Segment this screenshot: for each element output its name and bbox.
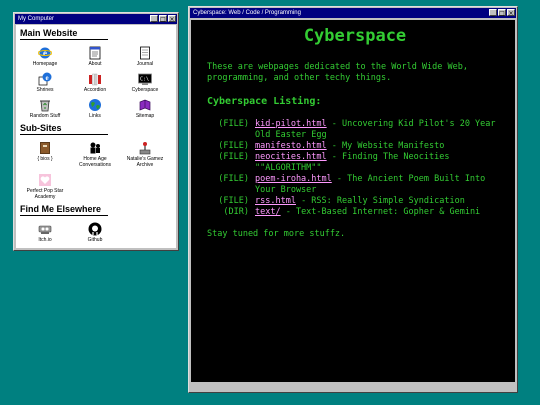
entry-link[interactable]: neocities.html bbox=[255, 152, 327, 162]
entry-link[interactable]: rss.html bbox=[255, 196, 296, 206]
desktop-icon-bios[interactable]: { bios } bbox=[20, 141, 70, 168]
desktop-icon-journal[interactable]: Journal bbox=[120, 46, 170, 67]
bios-icon bbox=[38, 141, 52, 155]
desktop-icon-about[interactable]: About bbox=[70, 46, 120, 67]
desktop-icon-perfect-pop-star-academy[interactable]: Perfect Pop Star Academy bbox=[20, 173, 70, 200]
entry-description: - Text-Based Internet: Gopher & Gemini bbox=[280, 207, 481, 217]
section-title-main-website: Main Website bbox=[20, 28, 108, 40]
list-item: (FILE) kid-pilot.html - Uncovering Kid P… bbox=[207, 119, 503, 141]
icon-label: Accordion bbox=[83, 87, 107, 93]
page-title: Cyberspace bbox=[303, 26, 407, 46]
notepad-icon bbox=[88, 46, 102, 60]
minimize-button[interactable]: _ bbox=[489, 9, 497, 17]
icon-label: Sitemap bbox=[135, 113, 155, 119]
icon-label: Natalie's Gamez Archive bbox=[126, 156, 164, 168]
entry-type: (FILE) bbox=[218, 174, 249, 184]
status-bar bbox=[191, 383, 515, 390]
icon-label: Journal bbox=[136, 61, 154, 67]
svg-text:e: e bbox=[43, 48, 47, 58]
desktop-icon-cyberspace[interactable]: C:\ Cyberspace bbox=[120, 72, 170, 93]
desktop-icon-shrines[interactable]: e Shrines bbox=[20, 72, 70, 93]
recycle-icon bbox=[38, 98, 52, 112]
my-computer-window: My Computer _ □ × Main Website e Homepag… bbox=[13, 12, 179, 251]
entry-link[interactable]: text/ bbox=[255, 207, 281, 217]
close-button[interactable]: × bbox=[168, 15, 176, 23]
maximize-button[interactable]: □ bbox=[498, 9, 506, 17]
listing-heading: Cyberspace Listing: bbox=[207, 96, 322, 107]
list-item: (FILE) neocities.html - Finding The Neoc… bbox=[207, 152, 503, 174]
icon-label: Random Stuff bbox=[29, 113, 61, 119]
title-bar[interactable]: Cyberspace: Web / Code / Programming _ □… bbox=[190, 8, 516, 18]
maximize-button[interactable]: □ bbox=[159, 15, 167, 23]
entry-type: (FILE) bbox=[218, 152, 249, 162]
document-icon bbox=[138, 46, 152, 60]
people-icon bbox=[88, 141, 102, 155]
entry-link[interactable]: kid-pilot.html bbox=[255, 119, 327, 129]
window-title: My Computer bbox=[18, 16, 55, 22]
footer-text: Stay tuned for more stuffz. bbox=[207, 229, 346, 239]
cyberspace-window: Cyberspace: Web / Code / Programming _ □… bbox=[188, 6, 518, 393]
minimize-button[interactable]: _ bbox=[150, 15, 158, 23]
desktop-icon-itch[interactable]: Itch.io bbox=[20, 222, 70, 243]
list-item: (FILE) rss.html - RSS: Really Simple Syn… bbox=[207, 196, 503, 207]
entry-type: (FILE) bbox=[218, 119, 249, 129]
desktop-icon-links[interactable]: Links bbox=[70, 98, 120, 119]
icon-label: { bios } bbox=[37, 156, 53, 162]
github-icon bbox=[88, 222, 102, 236]
entry-link[interactable]: manifesto.html bbox=[255, 141, 327, 151]
window-content: Main Website e Homepage About Journal e … bbox=[16, 25, 176, 248]
entry-description: - RSS: Really Simple Syndication bbox=[295, 196, 465, 206]
ie-icon: e bbox=[38, 46, 52, 60]
svg-text:e: e bbox=[45, 74, 48, 82]
shrine-icon: e bbox=[38, 72, 52, 86]
icon-label: Cyberspace bbox=[131, 87, 159, 93]
icon-label: Links bbox=[89, 113, 101, 119]
desktop-icon-homepage[interactable]: e Homepage bbox=[20, 46, 70, 67]
intro-text: These are webpages dedicated to the Worl… bbox=[207, 62, 468, 83]
section-title-find-me-elsewhere: Find Me Elsewhere bbox=[20, 204, 108, 216]
list-item: (FILE) manifesto.html - My Website Manif… bbox=[207, 141, 503, 152]
svg-text:C:\: C:\ bbox=[140, 77, 149, 83]
terminal-icon: C:\ bbox=[138, 72, 152, 86]
icon-label: Shrines bbox=[36, 87, 54, 93]
globe-icon bbox=[88, 98, 102, 112]
desktop-icon-home-age-conversations[interactable]: Home Age Conversations bbox=[70, 141, 120, 168]
accordion-icon bbox=[88, 72, 102, 86]
icon-label: Homepage bbox=[32, 61, 58, 67]
heart-icon bbox=[38, 173, 52, 187]
desktop-icon-gamez-archive[interactable]: Natalie's Gamez Archive bbox=[120, 141, 170, 168]
desktop-icon-accordion[interactable]: Accordion bbox=[70, 72, 120, 93]
book-icon bbox=[138, 98, 152, 112]
icon-label: Github bbox=[87, 237, 103, 243]
main-website-grid: e Homepage About Journal e Shrines Accor… bbox=[20, 46, 172, 119]
icon-label: Itch.io bbox=[38, 237, 52, 243]
close-button[interactable]: × bbox=[507, 9, 515, 17]
find-me-grid: Itch.io Github bbox=[20, 222, 172, 243]
icon-label: About bbox=[88, 61, 102, 67]
section-title-sub-sites: Sub-Sites bbox=[20, 123, 108, 135]
entry-description: - My Website Manifesto bbox=[326, 141, 445, 151]
entry-type: (FILE) bbox=[218, 196, 249, 206]
icon-label: Perfect Pop Star Academy bbox=[26, 188, 64, 200]
sub-sites-grid: { bios } Home Age Conversations Natalie'… bbox=[20, 141, 172, 200]
window-title: Cyberspace: Web / Code / Programming bbox=[193, 10, 301, 16]
terminal-content: Cyberspace These are webpages dedicated … bbox=[191, 20, 515, 382]
title-bar[interactable]: My Computer _ □ × bbox=[15, 14, 177, 24]
desktop-icon-github[interactable]: Github bbox=[70, 222, 120, 243]
joystick-icon bbox=[138, 141, 152, 155]
desktop-icon-random-stuff[interactable]: Random Stuff bbox=[20, 98, 70, 119]
list-item: (DIR) text/ - Text-Based Internet: Gophe… bbox=[207, 207, 503, 218]
itch-icon bbox=[38, 222, 52, 236]
list-item: (FILE) poem-iroha.html - The Ancient Poe… bbox=[207, 174, 503, 196]
entry-type: (FILE) bbox=[218, 141, 249, 151]
desktop-icon-sitemap[interactable]: Sitemap bbox=[120, 98, 170, 119]
entry-link[interactable]: poem-iroha.html bbox=[255, 174, 332, 184]
icon-label: Home Age Conversations bbox=[79, 156, 111, 168]
entry-type: (DIR) bbox=[223, 207, 249, 217]
